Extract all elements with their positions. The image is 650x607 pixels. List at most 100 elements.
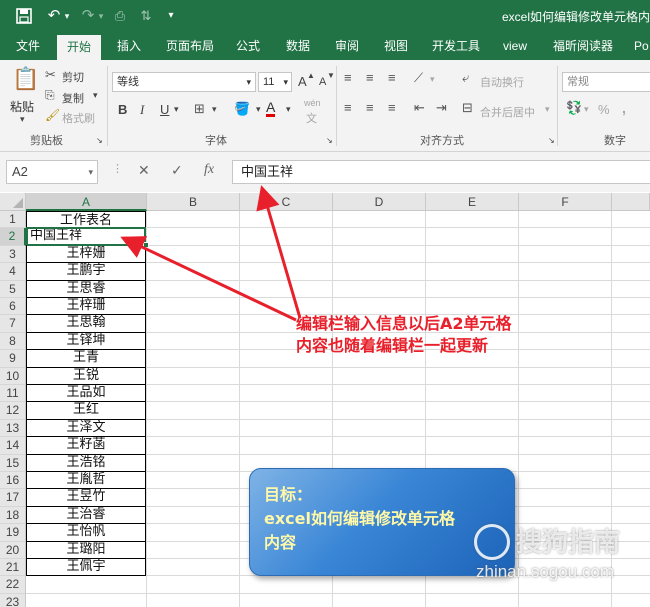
font-name-select[interactable]: 等线 ▾	[112, 72, 256, 92]
font-color-dropdown-icon[interactable]: ▾	[286, 104, 291, 115]
merge-dropdown-icon[interactable]: ▾	[545, 104, 550, 115]
tab-data[interactable]: 数据	[286, 32, 310, 60]
align-top-icon[interactable]: ≡	[344, 70, 352, 85]
border-icon[interactable]: ⊞	[194, 101, 205, 117]
table-cell[interactable]: 王治睿	[26, 505, 146, 525]
table-cell[interactable]: 王佩宇	[26, 558, 146, 577]
table-cell[interactable]: 王浩铭	[26, 453, 146, 472]
tab-more[interactable]: Po	[634, 32, 649, 60]
row-header[interactable]: 22	[0, 576, 26, 594]
fill-handle[interactable]	[143, 241, 149, 248]
align-center-icon[interactable]: ≡	[366, 100, 374, 115]
fill-color-icon[interactable]: 🪣	[234, 101, 250, 117]
accounting-format-icon[interactable]: 💱	[566, 100, 582, 116]
row-header[interactable]: 21	[0, 559, 26, 577]
row-header[interactable]: 12	[0, 402, 26, 420]
underline-button[interactable]: U	[160, 102, 169, 117]
alignment-launcher-icon[interactable]: ↘	[548, 136, 555, 145]
column-header-e[interactable]: E	[426, 193, 519, 211]
table-cell[interactable]: 王泽文	[26, 418, 146, 438]
cancel-icon[interactable]: ✕	[138, 162, 150, 179]
row-header[interactable]: 8	[0, 332, 26, 351]
align-left-icon[interactable]: ≡	[344, 100, 352, 115]
align-middle-icon[interactable]: ≡	[366, 70, 374, 85]
paste-button[interactable]: 粘贴	[10, 98, 34, 115]
tab-review[interactable]: 审阅	[335, 32, 359, 60]
tab-home[interactable]: 开始	[57, 35, 102, 60]
wrap-text-button[interactable]: 自动换行	[480, 74, 524, 90]
grow-font-button[interactable]: A	[298, 74, 307, 89]
enter-icon[interactable]: ✓	[171, 162, 183, 179]
column-header-d[interactable]: D	[333, 193, 426, 211]
tab-formulas[interactable]: 公式	[236, 32, 260, 60]
copy-dropdown-icon[interactable]: ▾	[93, 90, 98, 101]
row-header[interactable]: 13	[0, 419, 26, 438]
formula-bar-resize-icon[interactable]: ⋮	[112, 162, 123, 175]
decrease-indent-icon[interactable]: ⇤	[414, 100, 425, 116]
table-cell[interactable]: 王铎坤	[26, 331, 146, 351]
align-right-icon[interactable]: ≡	[388, 100, 396, 115]
row-header[interactable]: 10	[0, 367, 26, 385]
sort-icon[interactable]: ⇅	[136, 6, 156, 26]
row-header[interactable]: 23	[0, 593, 26, 607]
table-cell[interactable]: 王梓姗	[26, 244, 146, 264]
redo-icon[interactable]: ↷	[78, 6, 98, 26]
table-cell[interactable]: 王锐	[26, 366, 146, 385]
tab-insert[interactable]: 插入	[117, 32, 141, 60]
cut-icon[interactable]: ✂	[45, 67, 56, 83]
copy-icon[interactable]: ⎘	[45, 88, 55, 103]
column-header-more[interactable]	[612, 193, 650, 211]
table-cell[interactable]: 王昱竹	[26, 488, 146, 507]
name-box[interactable]: A2 ▾	[6, 160, 98, 184]
row-header[interactable]: 4	[0, 263, 26, 281]
tab-page-layout[interactable]: 页面布局	[166, 32, 214, 60]
underline-dropdown-icon[interactable]: ▾	[174, 104, 179, 115]
tab-file[interactable]: 文件	[16, 32, 40, 60]
italic-button[interactable]: I	[140, 102, 144, 118]
orientation-icon[interactable]: ⟋	[414, 70, 423, 86]
row-header[interactable]: 11	[0, 385, 26, 403]
row-header[interactable]: 3	[0, 245, 26, 264]
row-header[interactable]: 2	[0, 228, 26, 246]
accounting-dropdown-icon[interactable]: ▾	[584, 104, 589, 115]
merge-center-icon[interactable]: ⊟	[462, 100, 473, 116]
select-all-button[interactable]	[0, 193, 26, 211]
row-header[interactable]: 7	[0, 315, 26, 333]
table-cell[interactable]: 王鹏宇	[26, 262, 146, 281]
table-cell[interactable]: 王思睿	[26, 279, 146, 298]
row-header[interactable]: 1	[0, 211, 26, 229]
row-header[interactable]: 18	[0, 506, 26, 525]
active-cell-a2[interactable]: 中国王祥	[26, 227, 146, 246]
border-dropdown-icon[interactable]: ▾	[212, 104, 217, 115]
table-cell[interactable]: 王梓珊	[26, 297, 146, 316]
table-cell[interactable]: 王籽菡	[26, 436, 146, 455]
format-painter-button[interactable]: 格式刷	[62, 110, 95, 126]
copy-button[interactable]: 复制	[62, 90, 84, 106]
shrink-font-button[interactable]: A	[319, 76, 326, 88]
print-preview-icon[interactable]: ⎙	[110, 6, 130, 26]
tab-view-en[interactable]: view	[503, 32, 527, 60]
row-header[interactable]: 14	[0, 437, 26, 455]
column-header-f[interactable]: F	[519, 193, 612, 211]
column-header-c[interactable]: C	[240, 193, 333, 211]
orientation-dropdown-icon[interactable]: ▾	[430, 74, 435, 85]
table-cell[interactable]: 王璐阳	[26, 540, 146, 559]
tab-developer[interactable]: 开发工具	[432, 32, 480, 60]
fill-color-dropdown-icon[interactable]: ▾	[256, 104, 261, 115]
column-header-a[interactable]: A	[26, 193, 147, 211]
font-size-select[interactable]: 11 ▾	[258, 72, 292, 92]
row-header[interactable]: 16	[0, 472, 26, 490]
table-cell[interactable]: 王胤哲	[26, 471, 146, 490]
row-header[interactable]: 20	[0, 541, 26, 559]
row-header[interactable]: 5	[0, 280, 26, 298]
customize-qat-icon[interactable]: ▾	[164, 6, 178, 26]
header-cell-a1[interactable]: 工作表名	[26, 211, 146, 229]
redo-dropdown-icon[interactable]: ▾	[96, 6, 106, 26]
wrap-text-icon[interactable]: ⤶	[462, 70, 469, 86]
tab-foxit-reader[interactable]: 福昕阅读器	[553, 32, 613, 60]
row-header[interactable]: 19	[0, 524, 26, 542]
undo-dropdown-icon[interactable]: ▾	[62, 6, 72, 26]
row-header[interactable]: 17	[0, 489, 26, 507]
percent-button[interactable]: %	[598, 102, 610, 117]
paste-icon[interactable]: 📋	[12, 66, 39, 92]
